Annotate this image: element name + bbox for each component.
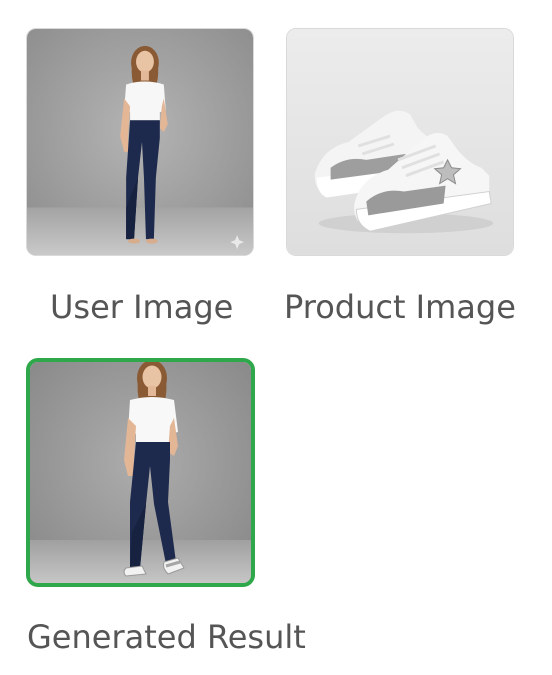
product-image-card[interactable] (286, 28, 514, 256)
user-image-label: User Image (50, 288, 234, 326)
tryon-preview-page: User Image Product Image Generated Resul… (0, 0, 552, 675)
generated-result-card[interactable] (26, 358, 255, 587)
user-image-card[interactable] (26, 28, 254, 256)
user-photo (27, 29, 253, 255)
generated-result-label: Generated Result (27, 618, 306, 656)
generated-photo (30, 362, 251, 583)
product-photo (287, 29, 513, 255)
product-image-label: Product Image (284, 288, 516, 326)
